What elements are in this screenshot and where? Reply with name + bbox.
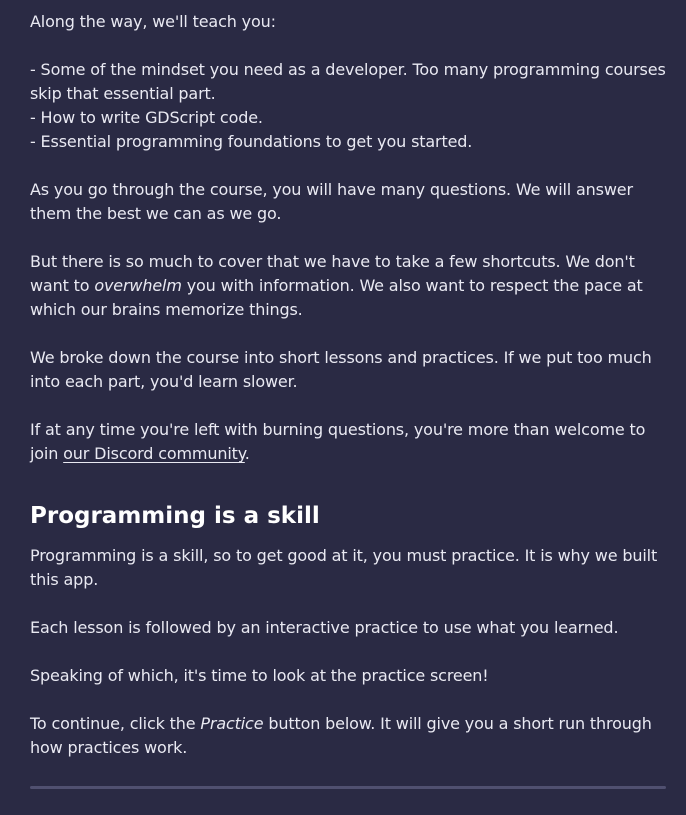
continue-paragraph: To continue, click the Practice button b…	[30, 712, 666, 760]
questions-paragraph: As you go through the course, you will h…	[30, 180, 633, 223]
divider	[30, 786, 666, 789]
bullet-item: - Some of the mindset you need as a deve…	[30, 60, 666, 103]
bullet-item: - How to write GDScript code.	[30, 108, 263, 127]
discord-community-link[interactable]: our Discord community	[63, 444, 245, 463]
overwhelm-emphasis: overwhelm	[94, 276, 182, 295]
followed-paragraph: Each lesson is followed by an interactiv…	[30, 618, 619, 637]
discord-paragraph: If at any time you're left with burning …	[30, 418, 666, 466]
breakdown-paragraph: We broke down the course into short less…	[30, 348, 652, 391]
skill-paragraph: Programming is a skill, so to get good a…	[30, 546, 658, 589]
continue-text: To continue, click the	[30, 714, 201, 733]
speaking-paragraph: Speaking of which, it's time to look at …	[30, 666, 489, 685]
discord-text-end: .	[244, 444, 250, 463]
practice-emphasis: Practice	[200, 714, 264, 733]
intro-text: Along the way, we'll teach you:	[30, 12, 276, 31]
lesson-content: Along the way, we'll teach you: - Some o…	[0, 0, 686, 760]
shortcuts-paragraph: But there is so much to cover that we ha…	[30, 250, 666, 322]
bullet-list: - Some of the mindset you need as a deve…	[30, 58, 666, 154]
bullet-item: - Essential programming foundations to g…	[30, 132, 473, 151]
section-heading: Programming is a skill	[30, 503, 320, 529]
lesson-page: Along the way, we'll teach you: - Some o…	[0, 0, 686, 815]
